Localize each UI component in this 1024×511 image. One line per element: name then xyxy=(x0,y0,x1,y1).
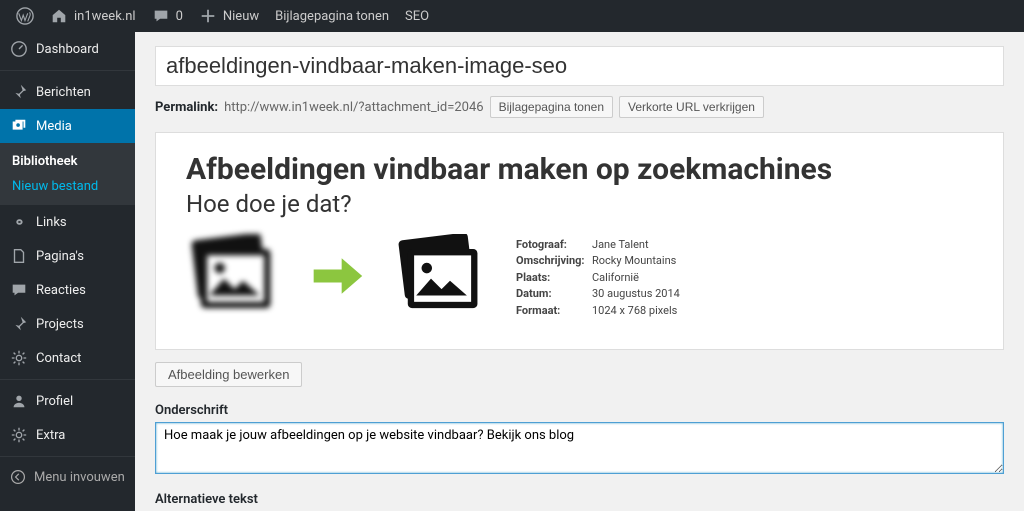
edit-image-button[interactable]: Afbeelding bewerken xyxy=(155,362,302,387)
submenu-media: Bibliotheek Nieuw bestand xyxy=(0,143,135,205)
caption-label: Onderschrift xyxy=(155,403,1004,418)
gear-icon xyxy=(10,349,28,367)
new-label: Nieuw xyxy=(223,9,259,24)
alt-text-label: Alternatieve tekst xyxy=(155,492,1004,507)
sidebar-item-label: Extra xyxy=(36,428,65,443)
arrow-icon xyxy=(309,251,365,305)
caption-textarea[interactable] xyxy=(155,422,1004,474)
admin-toolbar: in1week.nl 0 Nieuw Bijlagepagina tonen S… xyxy=(0,0,1024,32)
sidebar-item-dashboard[interactable]: Dashboard xyxy=(0,32,135,66)
sidebar-item-label: Links xyxy=(36,215,67,230)
preview-subtitle: Hoe doe je dat? xyxy=(186,190,973,218)
sidebar-item-label: Profiel xyxy=(36,394,73,409)
gear-icon xyxy=(10,426,28,444)
pin-icon xyxy=(10,315,28,333)
link-icon xyxy=(10,213,28,231)
home-icon xyxy=(50,7,68,25)
plus-icon xyxy=(199,7,217,25)
sidebar-item-contact[interactable]: Contact xyxy=(0,341,135,375)
site-name-link[interactable]: in1week.nl xyxy=(42,0,144,32)
pin-icon xyxy=(10,83,28,101)
blurred-image-icon xyxy=(186,234,281,323)
submenu-library[interactable]: Bibliotheek xyxy=(0,149,135,174)
permalink-label: Permalink: xyxy=(155,100,218,115)
comment-icon xyxy=(152,7,170,25)
sidebar-item-extra[interactable]: Extra xyxy=(0,418,135,452)
collapse-label: Menu invouwen xyxy=(34,470,125,485)
sidebar-item-comments[interactable]: Reacties xyxy=(0,273,135,307)
wordpress-icon xyxy=(16,7,34,25)
wp-logo[interactable] xyxy=(8,0,42,32)
sidebar-item-profile[interactable]: Profiel xyxy=(0,384,135,418)
media-icon xyxy=(10,117,28,135)
sharp-image-icon xyxy=(393,234,488,323)
sidebar-item-label: Reacties xyxy=(36,283,86,298)
view-attachment-link[interactable]: Bijlagepagina tonen xyxy=(267,0,397,32)
permalink-row: Permalink: http://www.in1week.nl/?attach… xyxy=(155,96,1004,118)
submenu-new-file[interactable]: Nieuw bestand xyxy=(0,174,135,199)
title-input[interactable] xyxy=(155,46,1004,86)
preview-meta: Fotograaf:Jane Talent Omschrijving:Rocky… xyxy=(516,237,680,320)
sidebar-item-pages[interactable]: Pagina's xyxy=(0,239,135,273)
sidebar-item-label: Projects xyxy=(36,317,84,332)
sidebar-item-label: Dashboard xyxy=(36,42,99,57)
sidebar-item-label: Media xyxy=(36,119,72,134)
sidebar-item-projects[interactable]: Projects xyxy=(0,307,135,341)
user-icon xyxy=(10,392,28,410)
new-content-link[interactable]: Nieuw xyxy=(191,0,267,32)
dashboard-icon xyxy=(10,40,28,58)
admin-sidebar: Dashboard Berichten Media Bibliotheek Ni… xyxy=(0,32,135,511)
media-preview: Afbeeldingen vindbaar maken op zoekmachi… xyxy=(155,132,1004,350)
comment-icon xyxy=(10,281,28,299)
preview-title: Afbeeldingen vindbaar maken op zoekmachi… xyxy=(186,153,973,188)
sidebar-item-media[interactable]: Media xyxy=(0,109,135,143)
comments-link[interactable]: 0 xyxy=(144,0,191,32)
view-attachment-button[interactable]: Bijlagepagina tonen xyxy=(490,96,613,118)
comments-count: 0 xyxy=(176,9,183,24)
sidebar-item-label: Contact xyxy=(36,351,81,366)
sidebar-item-label: Pagina's xyxy=(36,249,84,264)
sidebar-item-posts[interactable]: Berichten xyxy=(0,75,135,109)
site-name: in1week.nl xyxy=(74,9,136,24)
short-url-button[interactable]: Verkorte URL verkrijgen xyxy=(619,96,764,118)
permalink-url: http://www.in1week.nl/?attachment_id=204… xyxy=(224,100,484,115)
collapse-icon xyxy=(10,469,26,485)
sidebar-item-label: Berichten xyxy=(36,85,91,100)
collapse-menu[interactable]: Menu invouwen xyxy=(0,461,135,493)
sidebar-item-links[interactable]: Links xyxy=(0,205,135,239)
seo-link[interactable]: SEO xyxy=(397,0,437,32)
page-icon xyxy=(10,247,28,265)
main-content: Permalink: http://www.in1week.nl/?attach… xyxy=(135,32,1024,511)
